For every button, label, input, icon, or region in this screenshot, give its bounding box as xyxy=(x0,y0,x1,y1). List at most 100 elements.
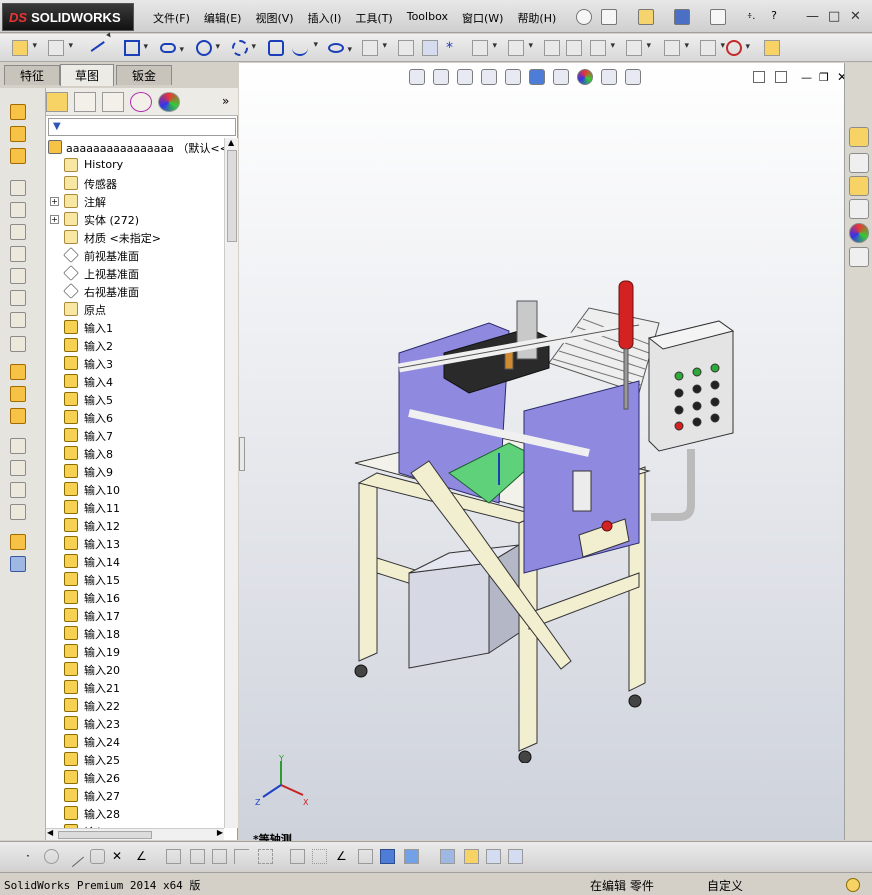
tree-filter-input[interactable]: ▼ xyxy=(48,118,236,136)
hole-wizard-icon[interactable] xyxy=(10,336,26,352)
feature-tree-tab-icon[interactable] xyxy=(46,92,68,112)
shaded-view-icon[interactable] xyxy=(380,849,395,864)
tree-item[interactable]: 输入17 xyxy=(46,606,224,624)
display-style-icon[interactable] xyxy=(529,69,545,85)
offset-entities-icon[interactable] xyxy=(544,40,560,56)
instant3d-icon[interactable] xyxy=(10,408,26,424)
tree-item[interactable]: 输入2 xyxy=(46,336,224,354)
tree-vertical-scrollbar[interactable]: ▲ xyxy=(224,138,238,828)
expand-toggle-icon[interactable]: + xyxy=(50,197,59,206)
solidworks-logo[interactable]: DS SOLIDWORKS xyxy=(2,3,134,31)
tree-item[interactable]: 前视基准面 xyxy=(46,246,224,264)
pin-icon[interactable] xyxy=(576,9,592,25)
linear-pattern-feature-icon[interactable] xyxy=(10,438,26,454)
point-icon[interactable]: * xyxy=(446,40,462,56)
scroll-up-icon[interactable]: ▲ xyxy=(228,138,234,147)
scroll-right-icon[interactable]: ▶ xyxy=(217,828,223,837)
dome-icon[interactable] xyxy=(10,504,26,520)
tree-item[interactable]: 输入22 xyxy=(46,696,224,714)
edit-appearance-icon[interactable] xyxy=(577,69,593,85)
fillet-feature-icon[interactable] xyxy=(10,224,26,240)
display-relations-icon[interactable] xyxy=(664,40,689,56)
extend-tool-icon[interactable] xyxy=(190,849,205,864)
menu-toolbox[interactable]: Toolbox xyxy=(400,10,455,26)
open-folder-icon[interactable] xyxy=(638,9,654,25)
resources-icon[interactable] xyxy=(849,153,869,173)
dimxpert-tab-icon[interactable] xyxy=(130,92,152,112)
reference-geometry-icon[interactable] xyxy=(10,364,26,380)
tree-item[interactable]: 输入1 xyxy=(46,318,224,336)
file-explorer-icon[interactable] xyxy=(849,199,869,219)
tree-item[interactable]: 输入4 xyxy=(46,372,224,390)
line-tool-icon[interactable] xyxy=(62,845,85,868)
minimize-button[interactable]: — xyxy=(806,9,819,24)
shell-icon[interactable] xyxy=(10,312,26,328)
slot-icon[interactable] xyxy=(160,43,184,55)
tree-item[interactable]: 右视基准面 xyxy=(46,282,224,300)
rapid-sketch-icon[interactable] xyxy=(726,40,750,56)
tree-item[interactable]: 输入16 xyxy=(46,588,224,606)
linear-pattern-icon[interactable] xyxy=(590,40,615,56)
menu-edit[interactable]: 编辑(E) xyxy=(197,10,249,26)
draft-icon[interactable] xyxy=(10,290,26,306)
circle-icon[interactable] xyxy=(196,40,220,56)
viewport-split-right-icon[interactable] xyxy=(775,71,787,83)
section-view-icon[interactable] xyxy=(481,69,497,85)
grid-tool-icon[interactable] xyxy=(312,849,327,864)
tree-item[interactable]: 输入23 xyxy=(46,714,224,732)
tree-item[interactable]: 输入24 xyxy=(46,732,224,750)
close-button[interactable]: ✕ xyxy=(850,9,861,24)
design-library-icon[interactable] xyxy=(849,176,869,196)
custom-properties-icon[interactable] xyxy=(849,247,869,267)
menu-view[interactable]: 视图(V) xyxy=(248,10,300,26)
tree-item[interactable]: 输入14 xyxy=(46,552,224,570)
offset-tool-icon[interactable] xyxy=(212,849,227,864)
viewport-minimize-icon[interactable]: — xyxy=(801,71,812,84)
tree-item[interactable]: History xyxy=(46,156,224,174)
tree-item[interactable]: 传感器 xyxy=(46,174,224,192)
tree-item[interactable]: 材质 <未指定> xyxy=(46,228,224,246)
point-tool-icon[interactable]: · xyxy=(26,849,41,864)
tree-item[interactable]: 输入15 xyxy=(46,570,224,588)
viewport-restore-icon[interactable]: ❐ xyxy=(819,71,829,84)
fillet-icon[interactable] xyxy=(362,40,387,56)
tab-sketch[interactable]: 草图 xyxy=(60,64,114,86)
layout-single-icon[interactable] xyxy=(486,849,501,864)
display-style-dropdown-icon[interactable] xyxy=(404,849,419,864)
view-orientation-icon[interactable] xyxy=(505,69,521,85)
tree-item[interactable]: 输入13 xyxy=(46,534,224,552)
ellipse-icon[interactable] xyxy=(328,43,352,55)
mirror-entities-icon[interactable] xyxy=(566,40,582,56)
swept-boss-icon[interactable] xyxy=(10,148,26,164)
tree-item[interactable]: 上视基准面 xyxy=(46,264,224,282)
tree-item[interactable]: 输入10 xyxy=(46,480,224,498)
tree-item[interactable]: 输入12 xyxy=(46,516,224,534)
tree-item[interactable]: 输入19 xyxy=(46,642,224,660)
3d-box-icon[interactable] xyxy=(358,849,373,864)
line-icon[interactable] xyxy=(87,36,105,52)
tree-root-part[interactable]: aaaaaaaaaaaaaaaa （默认<<默 xyxy=(46,138,224,156)
extruded-cut-icon[interactable] xyxy=(10,180,26,196)
repair-sketch-icon[interactable] xyxy=(700,40,725,56)
tree-item[interactable]: 输入5 xyxy=(46,390,224,408)
trim-entities-icon[interactable] xyxy=(472,40,497,56)
restore-button[interactable]: □ xyxy=(828,9,840,24)
move-entities-icon[interactable] xyxy=(626,40,651,56)
menu-tools[interactable]: 工具(T) xyxy=(348,10,399,26)
home-icon[interactable] xyxy=(849,127,869,147)
scroll-thumb[interactable] xyxy=(227,150,237,242)
section-icon[interactable] xyxy=(440,849,455,864)
menu-window[interactable]: 窗口(W) xyxy=(455,10,510,26)
measure-tool-icon[interactable]: ∠ xyxy=(336,849,351,864)
polygon-tool-icon[interactable] xyxy=(90,849,105,864)
cross-tool-icon[interactable]: ✕ xyxy=(112,849,127,864)
wrap-icon[interactable] xyxy=(10,482,26,498)
display-manager-tab-icon[interactable] xyxy=(158,92,180,112)
save-icon[interactable] xyxy=(674,9,690,25)
layout-grid-icon[interactable] xyxy=(508,849,523,864)
appearances-icon[interactable] xyxy=(849,223,869,243)
tree-item[interactable]: + 注解 xyxy=(46,192,224,210)
tree-item[interactable]: 输入9 xyxy=(46,462,224,480)
tree-item[interactable]: 输入20 xyxy=(46,660,224,678)
property-manager-tab-icon[interactable] xyxy=(74,92,96,112)
